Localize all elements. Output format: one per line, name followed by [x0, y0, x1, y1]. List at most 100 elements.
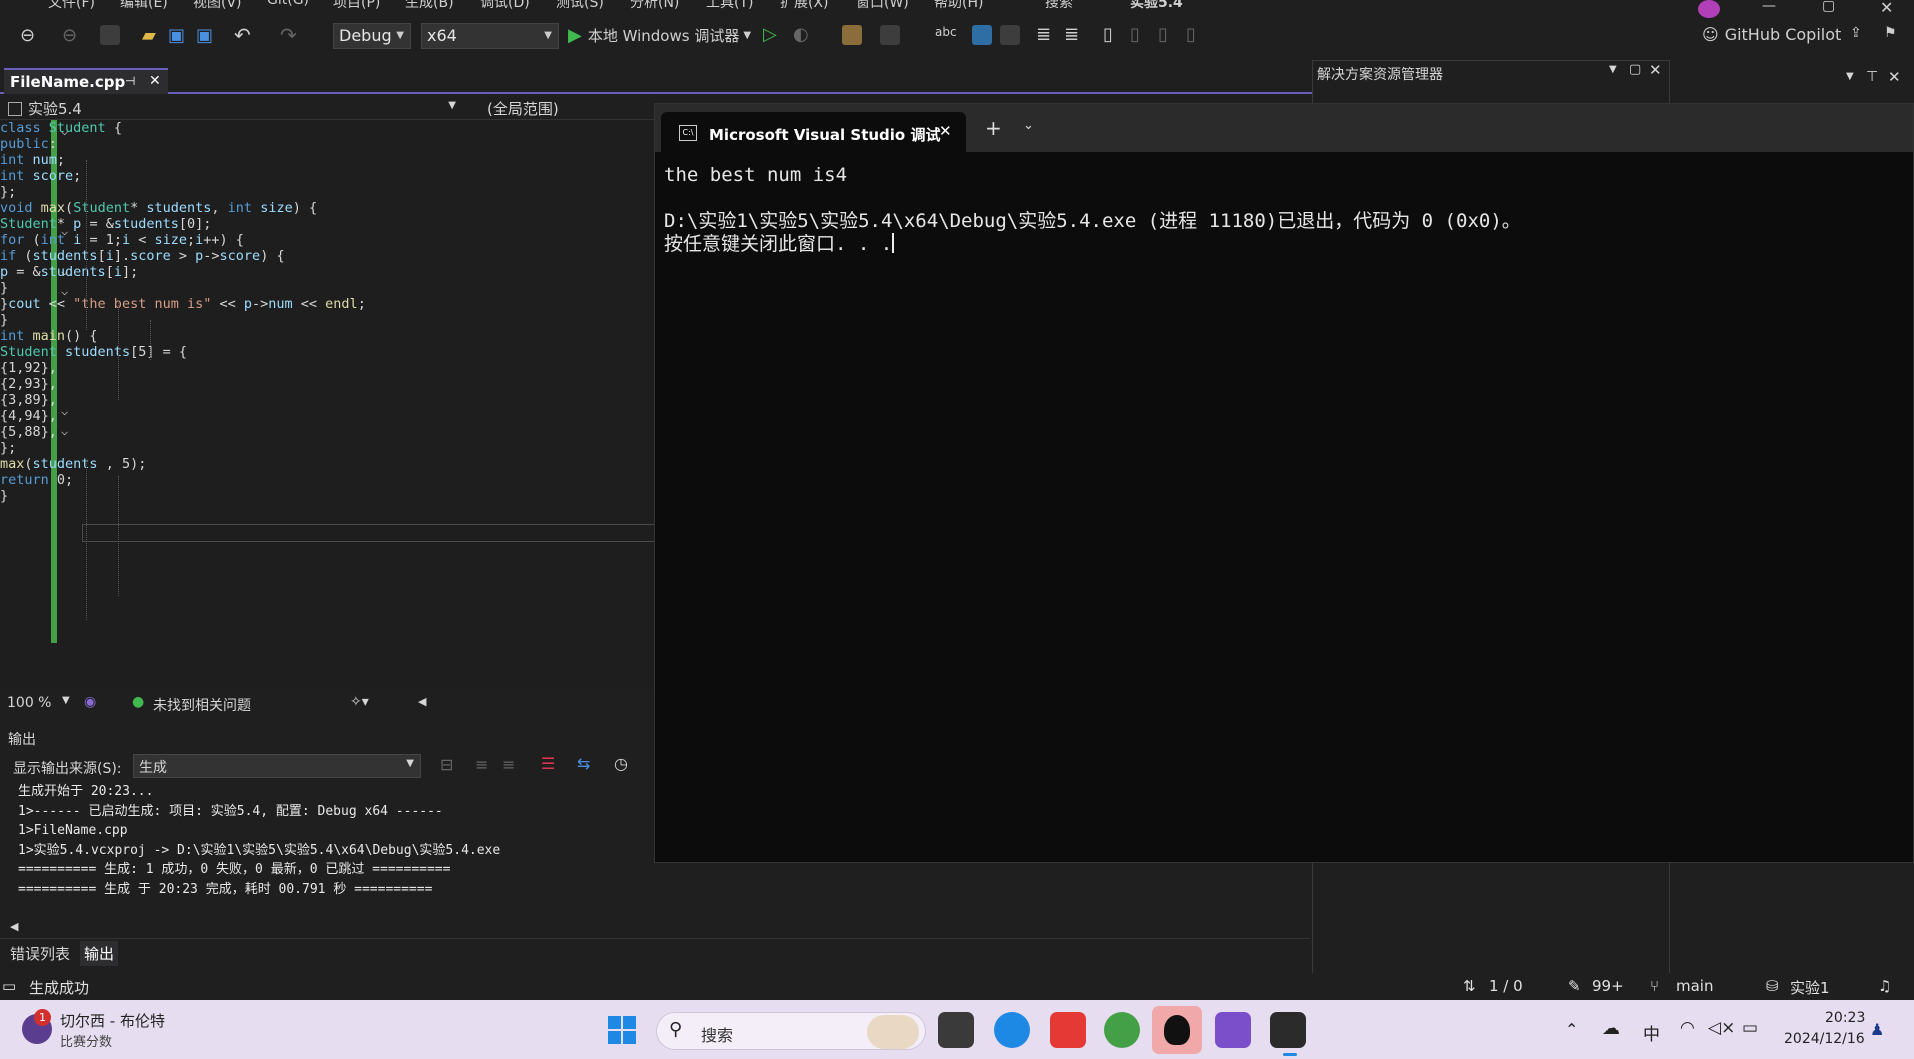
open-folder-icon[interactable]: ▰: [142, 25, 156, 46]
tab-error-list[interactable]: 错误列表: [10, 943, 70, 964]
wechat-icon[interactable]: [1104, 1012, 1140, 1048]
tab-filename-cpp[interactable]: FileName.cpp ⊣ ✕: [4, 68, 168, 94]
chevron-down-icon[interactable]: ⌄: [1023, 118, 1034, 133]
word-wrap-icon[interactable]: ⇆: [577, 754, 590, 773]
menu-window[interactable]: 窗口(W): [856, 0, 909, 10]
bookmark-clear-icon[interactable]: ▯: [1186, 24, 1196, 45]
fold-icon[interactable]: ⌵: [61, 224, 68, 238]
scroll-left-icon[interactable]: ◀: [418, 695, 426, 708]
fold-icon[interactable]: ⌵: [61, 124, 68, 138]
platform-dropdown[interactable]: x64 ▼: [421, 23, 559, 49]
taskbar-search[interactable]: ⚲ 搜索: [656, 1012, 926, 1050]
debug-console-window[interactable]: C:\ Microsoft Visual Studio 调试 ✕ + ⌄ the…: [654, 103, 1914, 863]
close-tab-icon[interactable]: ✕: [939, 122, 952, 140]
new-item-icon[interactable]: [100, 25, 120, 45]
clock-icon[interactable]: ◷: [614, 754, 628, 773]
prev-message-icon[interactable]: ≡: [475, 755, 488, 774]
clear-all-icon[interactable]: ☰: [541, 754, 555, 773]
notification-bell-icon[interactable]: ♟: [1870, 1020, 1884, 1039]
menu-test[interactable]: 测试(S): [556, 0, 604, 10]
pin-icon[interactable]: ⊤: [1866, 69, 1878, 85]
intellicode-icon[interactable]: ◉: [84, 694, 96, 710]
pin-icon[interactable]: ⊣: [125, 74, 135, 88]
close-tab-icon[interactable]: ✕: [149, 73, 161, 89]
start-without-debug-icon[interactable]: ▷: [763, 24, 777, 45]
clock-time[interactable]: 20:23: [1825, 1010, 1865, 1026]
breakpoint-icon[interactable]: [1000, 25, 1020, 45]
project-dropdown[interactable]: 实验5.4 ▼: [8, 98, 456, 118]
edge-icon[interactable]: [994, 1012, 1030, 1048]
next-message-icon[interactable]: ≡: [502, 755, 515, 774]
save-all-icon[interactable]: ▣: [196, 25, 213, 46]
scope-dropdown[interactable]: (全局范围): [487, 98, 559, 119]
menu-search[interactable]: 搜索: [1045, 0, 1073, 10]
visual-studio-icon[interactable]: [1215, 1012, 1251, 1048]
changes-status[interactable]: 99+: [1592, 977, 1624, 995]
wifi-icon[interactable]: ◠: [1680, 1018, 1695, 1038]
bookmark-next-icon[interactable]: ▯: [1158, 24, 1168, 45]
outdent-icon[interactable]: ≣: [1064, 24, 1079, 45]
menu-git[interactable]: Git(G): [267, 0, 309, 8]
clock-date[interactable]: 2024/12/16: [1784, 1031, 1865, 1047]
chevron-down-icon[interactable]: ▼: [62, 695, 70, 706]
menu-help[interactable]: 帮助(H): [934, 0, 983, 10]
output-source-dropdown[interactable]: 生成 ▼: [133, 754, 421, 778]
menu-extensions[interactable]: 扩展(X): [780, 0, 829, 10]
zoom-dropdown[interactable]: 100 %: [7, 695, 51, 711]
battery-icon[interactable]: ▭: [1742, 1018, 1758, 1038]
wps-icon[interactable]: [1050, 1012, 1086, 1048]
find-message-icon[interactable]: ⊟: [440, 755, 453, 774]
fold-icon[interactable]: ⌵: [61, 404, 68, 418]
bookmark-icon[interactable]: ▯: [1103, 24, 1113, 45]
start-debug-button[interactable]: ▶ 本地 Windows 调试器 ▼: [568, 25, 751, 46]
share-icon[interactable]: ⇪: [1850, 25, 1862, 41]
fold-icon[interactable]: ⌵: [61, 264, 68, 278]
config-dropdown[interactable]: Debug ▼: [333, 23, 411, 49]
chevron-down-icon[interactable]: ▼: [1609, 64, 1617, 75]
fold-icon[interactable]: ⌵: [61, 284, 68, 298]
step-icon[interactable]: [972, 25, 992, 45]
indent-icon[interactable]: ≣: [1036, 24, 1051, 45]
menu-project[interactable]: 项目(P): [333, 0, 380, 10]
menu-edit[interactable]: 编辑(E): [120, 0, 168, 10]
tab-output[interactable]: 输出: [80, 941, 119, 966]
volume-muted-icon[interactable]: ◁×: [1708, 1018, 1735, 1038]
notification-icon[interactable]: ▭: [2, 977, 16, 995]
bookmark-prev-icon[interactable]: ▯: [1130, 24, 1140, 45]
scroll-left-icon[interactable]: ◀: [10, 920, 18, 933]
spell-check-icon[interactable]: abc: [935, 25, 957, 39]
media-title[interactable]: 切尔西 - 布伦特: [60, 1010, 165, 1031]
hot-reload-icon[interactable]: ◐: [793, 24, 809, 45]
start-button[interactable]: [608, 1016, 636, 1044]
layout-icon[interactable]: [880, 25, 900, 45]
fold-icon[interactable]: ⌵: [61, 424, 68, 438]
menu-file[interactable]: 文件(F): [48, 0, 95, 10]
feedback-icon[interactable]: ⚑: [1884, 25, 1897, 41]
branch-status[interactable]: main: [1676, 977, 1713, 995]
avatar[interactable]: [1698, 0, 1720, 18]
undo-icon[interactable]: ↶: [234, 23, 251, 47]
ime-indicator[interactable]: 中: [1643, 1020, 1660, 1045]
close-icon[interactable]: ✕: [1888, 68, 1901, 86]
cloud-icon[interactable]: ☁: [1602, 1018, 1620, 1039]
minimize-icon[interactable]: —: [1762, 0, 1776, 14]
menu-view[interactable]: 视图(V): [193, 0, 242, 10]
forward-icon[interactable]: ⊖: [62, 25, 77, 46]
terminal-icon[interactable]: [1270, 1012, 1306, 1048]
terminal-tab[interactable]: C:\ Microsoft Visual Studio 调试 ✕: [661, 112, 966, 152]
menu-build[interactable]: 生成(B): [405, 0, 454, 10]
back-icon[interactable]: ⊖: [20, 25, 35, 46]
close-icon[interactable]: ✕: [1649, 61, 1662, 79]
chevron-down-icon[interactable]: ▼: [1846, 71, 1854, 82]
close-window-icon[interactable]: ✕: [1880, 0, 1893, 17]
qq-icon[interactable]: [1152, 1006, 1202, 1054]
bell-icon[interactable]: ♫: [1878, 977, 1891, 995]
repo-status[interactable]: 实验1: [1790, 977, 1830, 998]
cleanup-icon[interactable]: ✧▾: [350, 694, 369, 710]
issues-status[interactable]: 未找到相关问题: [153, 695, 251, 715]
menu-analyze[interactable]: 分析(N): [630, 0, 679, 10]
menu-tools[interactable]: 工具(T): [706, 0, 753, 10]
save-icon[interactable]: ▣: [168, 25, 185, 46]
line-col-status[interactable]: 1 / 0: [1489, 977, 1523, 995]
chevron-up-icon[interactable]: ⌃: [1565, 1020, 1578, 1039]
